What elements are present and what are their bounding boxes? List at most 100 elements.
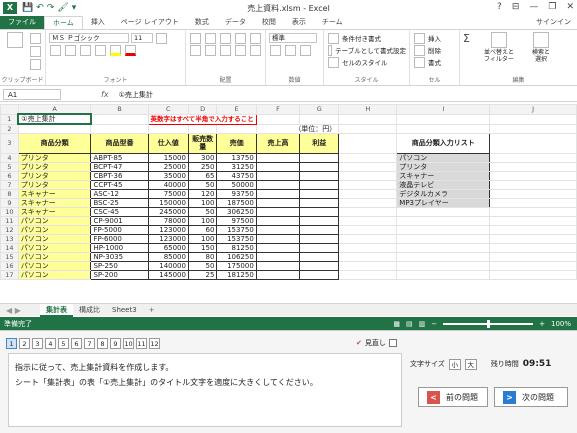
fill-color-icon[interactable] <box>110 44 121 56</box>
question-number-button[interactable]: 11 <box>136 338 147 349</box>
cell-price[interactable]: 187500 <box>216 197 257 208</box>
undo-icon[interactable]: ↶ <box>36 3 44 13</box>
row-header[interactable]: 10 <box>0 206 19 217</box>
align-middle-icon[interactable] <box>205 32 216 44</box>
cell-cost[interactable]: 140000 <box>147 260 189 271</box>
row-header[interactable]: 6 <box>0 170 19 181</box>
cell[interactable] <box>489 233 577 244</box>
cell[interactable] <box>338 152 398 163</box>
cell-quantity[interactable]: 100 <box>187 215 218 226</box>
list-item[interactable]: パソコン <box>396 152 491 163</box>
cell-model[interactable]: CSC-45 <box>90 206 149 217</box>
cell-cost[interactable]: 35000 <box>147 170 189 181</box>
cell-sales[interactable] <box>255 269 301 280</box>
sort-filter-button[interactable]: 並べ替えと フィルター <box>477 32 521 63</box>
cell-profit[interactable] <box>299 233 340 244</box>
col-header[interactable]: J <box>489 104 577 115</box>
sheet-tab-sheet3[interactable]: Sheet3 <box>106 304 143 317</box>
align-top-icon[interactable] <box>190 32 201 44</box>
row-header[interactable]: 5 <box>0 161 19 172</box>
question-number-button[interactable]: 10 <box>123 338 134 349</box>
cell-model[interactable]: CCPT-45 <box>90 179 149 190</box>
cell-price[interactable]: 13750 <box>216 152 257 163</box>
format-cells-button[interactable]: 書式 <box>413 56 456 68</box>
normal-view-icon[interactable]: ▦ <box>393 320 400 328</box>
cell-cost[interactable]: 15000 <box>147 152 189 163</box>
cell-profit[interactable] <box>299 260 340 271</box>
cell-cost[interactable]: 25000 <box>147 161 189 172</box>
cell-category[interactable]: スキャナー <box>17 188 92 199</box>
cell[interactable] <box>489 206 577 217</box>
tab-home[interactable]: ホーム <box>44 16 83 29</box>
cell[interactable] <box>338 233 398 244</box>
cell[interactable] <box>396 251 491 262</box>
orientation-icon[interactable] <box>235 32 246 44</box>
cell[interactable] <box>338 215 398 226</box>
page-break-view-icon[interactable]: ▥ <box>419 320 426 328</box>
cell-model[interactable]: FP-6000 <box>90 233 149 244</box>
delete-cells-button[interactable]: 削除 <box>413 44 456 56</box>
cell[interactable] <box>489 113 577 125</box>
cell-price[interactable]: 31250 <box>216 161 257 172</box>
cell-model[interactable]: NP-3035 <box>90 251 149 262</box>
number-format-combo[interactable]: 標準 <box>269 33 317 43</box>
cell-model[interactable]: BSC-25 <box>90 197 149 208</box>
row-header[interactable]: 3 <box>0 132 19 154</box>
header-sales[interactable]: 売上高 <box>255 132 301 154</box>
tab-file[interactable]: ファイル <box>0 16 44 29</box>
insert-cells-button[interactable]: 挿入 <box>413 32 456 44</box>
cell[interactable] <box>396 215 491 226</box>
cell-price[interactable]: 306250 <box>216 206 257 217</box>
format-painter-icon[interactable]: 🖌 <box>57 3 68 13</box>
cell[interactable] <box>396 123 491 134</box>
cell-profit[interactable] <box>299 197 340 208</box>
cell-model[interactable]: HP-1000 <box>90 242 149 253</box>
header-category[interactable]: 商品分類 <box>17 132 92 154</box>
cell[interactable] <box>338 132 398 154</box>
cell-sales[interactable] <box>255 188 301 199</box>
question-number-button[interactable]: 8 <box>97 338 108 349</box>
cell[interactable] <box>396 224 491 235</box>
cell-price[interactable]: 153750 <box>216 224 257 235</box>
cell-sales[interactable] <box>255 170 301 181</box>
cell-styles-button[interactable]: セルのスタイル <box>327 56 406 68</box>
question-number-button[interactable]: 12 <box>149 338 160 349</box>
page-layout-view-icon[interactable]: ▤ <box>406 320 413 328</box>
help-button[interactable]: ? <box>497 2 502 12</box>
cell-cost[interactable]: 75000 <box>147 188 189 199</box>
cut-icon[interactable] <box>30 33 41 44</box>
cell[interactable] <box>489 188 577 199</box>
cell[interactable] <box>147 123 189 134</box>
cell-quantity[interactable]: 65 <box>187 170 218 181</box>
row-header[interactable]: 1 <box>0 113 19 125</box>
cell-model[interactable]: ABPT-85 <box>90 152 149 163</box>
cell-cost[interactable]: 145000 <box>147 269 189 280</box>
add-sheet-button[interactable]: + <box>143 304 161 317</box>
row-header[interactable]: 8 <box>0 188 19 199</box>
row-header[interactable]: 14 <box>0 242 19 253</box>
cell-cost[interactable]: 78000 <box>147 215 189 226</box>
cell[interactable] <box>338 224 398 235</box>
name-box[interactable]: A1 <box>3 89 61 100</box>
cell[interactable] <box>338 251 398 262</box>
cell-model[interactable]: BCPT-47 <box>90 161 149 172</box>
row-header[interactable]: 4 <box>0 152 19 163</box>
cell-model[interactable]: CP-9001 <box>90 215 149 226</box>
tab-data[interactable]: データ <box>217 16 254 29</box>
cell-cost[interactable]: 65000 <box>147 242 189 253</box>
cell[interactable] <box>90 113 149 125</box>
sheet-scroll-arrows-icon[interactable]: ◀ ▶ <box>0 306 40 315</box>
cell-cost[interactable]: 123000 <box>147 224 189 235</box>
merge-center-icon[interactable] <box>250 44 261 56</box>
font-name-combo[interactable]: ＭＳ Ｐゴシック <box>49 33 129 43</box>
row-header[interactable]: 17 <box>0 269 19 280</box>
cell[interactable] <box>338 260 398 271</box>
fx-icon[interactable]: fx <box>101 90 109 99</box>
cell-a1-title[interactable]: ①売上集計 <box>17 113 92 125</box>
col-header[interactable]: H <box>338 104 398 115</box>
cell-profit[interactable] <box>299 215 340 226</box>
question-number-button[interactable]: 6 <box>71 338 82 349</box>
prev-question-button[interactable]: < 前の問題 <box>418 387 488 407</box>
cell[interactable] <box>255 113 301 125</box>
cell-profit[interactable] <box>299 251 340 262</box>
